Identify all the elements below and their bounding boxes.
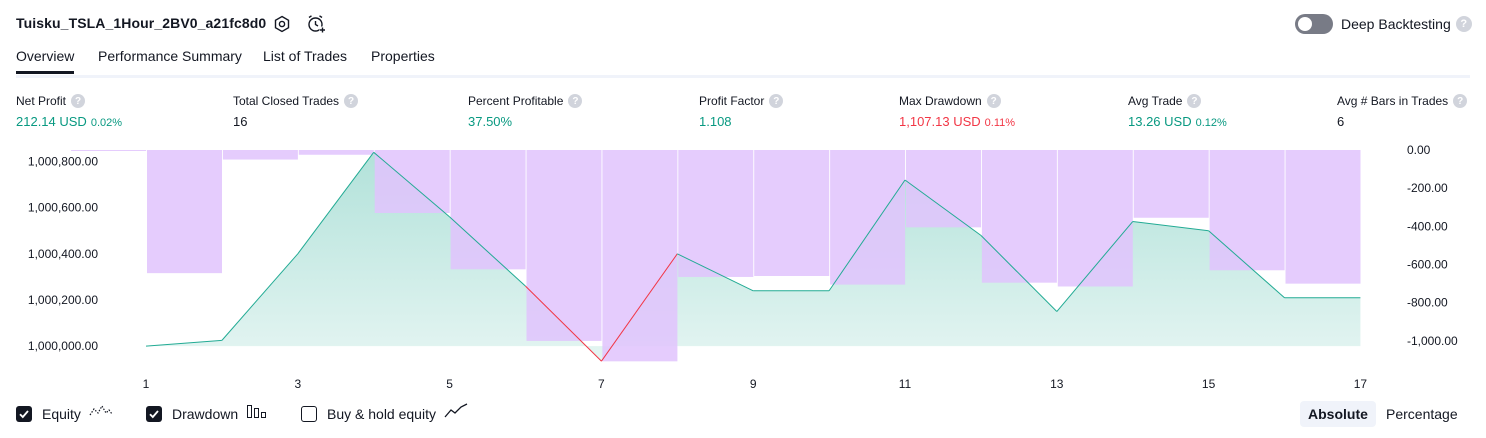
- metric-total-closed-trades: Total Closed Trades? 16: [233, 94, 359, 129]
- left-axis-tick-label: 1,000,600.00: [28, 201, 98, 215]
- help-icon[interactable]: ?: [1455, 16, 1472, 32]
- equity-line-icon: [89, 403, 113, 424]
- drawdown-bar: [222, 150, 298, 160]
- metric-profit-factor: Profit Factor? 1.108: [699, 94, 784, 129]
- tab-overview[interactable]: Overview: [16, 48, 75, 74]
- left-axis-tick-label: 1,000,000.00: [28, 339, 98, 353]
- metric-label: Percent Profitable: [468, 94, 564, 108]
- drawdown-bar: [147, 150, 222, 274]
- right-axis-tick-label: -400.00: [1407, 219, 1448, 233]
- drawdown-bar: [678, 150, 754, 277]
- metric-percent: 0.02%: [90, 117, 123, 129]
- equity-checkbox[interactable]: [16, 405, 32, 422]
- drawdown-bar: [1209, 150, 1285, 271]
- metric-label: Avg Trade: [1128, 94, 1183, 108]
- metric-net-profit: Net Profit? 212.14 USD 0.02%: [16, 94, 122, 129]
- metric-value: 13.26 USD: [1128, 114, 1192, 129]
- help-icon[interactable]: ?: [1453, 94, 1468, 108]
- left-axis-tick-label: 1,000,800.00: [28, 155, 98, 169]
- drawdown-bar: [298, 150, 374, 155]
- deep-backtesting-toggle[interactable]: [1295, 14, 1333, 34]
- left-axis-tick-label: 1,000,200.00: [28, 293, 98, 307]
- right-axis-tick-label: -1,000.00: [1407, 334, 1458, 348]
- alarm-clock-plus-icon[interactable]: [305, 13, 327, 35]
- deep-backtesting-control: Deep Backtesting ?: [1295, 14, 1472, 34]
- metric-max-drawdown: Max Drawdown? 1,107.13 USD 0.11%: [899, 94, 1015, 129]
- metric-label: Max Drawdown: [899, 94, 982, 108]
- help-icon[interactable]: ?: [568, 94, 583, 108]
- legend-label: Equity: [42, 405, 81, 422]
- metric-label: Net Profit: [16, 94, 67, 108]
- drawdown-bar: [602, 150, 678, 362]
- metric-value: 1,107.13 USD: [899, 114, 981, 129]
- metric-label: Avg # Bars in Trades: [1337, 94, 1449, 108]
- tab-performance-summary[interactable]: Performance Summary: [98, 48, 242, 64]
- help-icon[interactable]: ?: [71, 94, 86, 108]
- legend-label: Drawdown: [172, 405, 239, 422]
- metric-value: 212.14 USD: [16, 114, 87, 129]
- left-axis-tick-label: 1,000,400.00: [28, 247, 98, 261]
- x-axis-tick-label: 17: [1354, 377, 1368, 391]
- toggle-knob: [1298, 17, 1312, 31]
- x-axis-tick-label: 7: [598, 377, 605, 391]
- absolute-mode-button[interactable]: Absolute: [1300, 401, 1376, 427]
- right-axis-tick-label: -200.00: [1407, 181, 1448, 195]
- legend-buy-hold-equity[interactable]: Buy & hold equity: [301, 403, 468, 424]
- metric-value: 1.108: [699, 114, 732, 129]
- x-axis-tick-label: 15: [1202, 377, 1216, 391]
- right-axis-tick-label: 0.00: [1407, 143, 1431, 157]
- metric-avg-bars-in-trades: Avg # Bars in Trades? 6: [1337, 94, 1468, 129]
- metric-percent: 0.12%: [1195, 117, 1227, 129]
- equity-drawdown-chart[interactable]: 1,000,800.00 1,000,600.00 1,000,400.00 1,00…: [0, 140, 1486, 398]
- help-icon[interactable]: ?: [1187, 94, 1202, 108]
- metric-label: Profit Factor: [699, 94, 765, 108]
- metric-value: 6: [1337, 114, 1345, 129]
- legend-equity[interactable]: Equity: [16, 403, 113, 424]
- drawdown-bar: [71, 150, 147, 151]
- legend-label: Buy & hold equity: [327, 405, 436, 422]
- drawdown-bar: [830, 150, 906, 285]
- drawdown-bar: [526, 150, 602, 341]
- x-axis-tick-label: 1: [143, 377, 150, 391]
- x-axis-tick-label: 5: [446, 377, 453, 391]
- percentage-mode-button[interactable]: Percentage: [1378, 401, 1466, 427]
- tab-properties[interactable]: Properties: [371, 48, 435, 64]
- help-icon[interactable]: ?: [769, 94, 784, 108]
- drawdown-bar: [754, 150, 830, 276]
- x-axis-tick-label: 13: [1050, 377, 1064, 391]
- tab-list-of-trades[interactable]: List of Trades: [263, 48, 347, 64]
- strategy-name: Tuisku_TSLA_1Hour_2BV0_a21fc8d0: [16, 15, 267, 31]
- x-axis-tick-label: 3: [294, 377, 301, 391]
- drawdown-bar: [981, 150, 1057, 283]
- drawdown-bar: [1285, 150, 1361, 284]
- help-icon[interactable]: ?: [344, 94, 359, 108]
- x-axis-tick-label: 11: [899, 377, 912, 391]
- metric-value: 16: [233, 114, 248, 129]
- tab-bar: Overview Performance Summary List of Tra…: [16, 48, 1470, 78]
- buy-hold-line-icon: [444, 403, 468, 424]
- metric-value: 37.50%: [468, 114, 513, 129]
- help-icon[interactable]: ?: [986, 94, 1001, 108]
- legend-drawdown[interactable]: Drawdown: [146, 403, 268, 424]
- metric-percent: 0.11%: [984, 117, 1016, 129]
- deep-backtesting-label: Deep Backtesting: [1341, 16, 1451, 32]
- metric-label: Total Closed Trades: [233, 94, 340, 108]
- metric-avg-trade: Avg Trade? 13.26 USD 0.12%: [1128, 94, 1227, 129]
- drawdown-bar: [1133, 150, 1209, 218]
- drawdown-bars-icon: [246, 403, 268, 424]
- gear-icon[interactable]: [271, 13, 293, 35]
- right-axis-tick-label: -800.00: [1407, 296, 1448, 310]
- right-axis-tick-label: -600.00: [1407, 258, 1448, 272]
- strategy-header: Tuisku_TSLA_1Hour_2BV0_a21fc8d0 Deep Bac…: [0, 0, 1486, 48]
- buy-hold-checkbox[interactable]: [301, 405, 317, 422]
- metric-percent-profitable: Percent Profitable? 37.50%: [468, 94, 583, 129]
- drawdown-checkbox[interactable]: [146, 405, 162, 422]
- x-axis-tick-label: 9: [750, 377, 757, 391]
- drawdown-bar: [374, 150, 450, 213]
